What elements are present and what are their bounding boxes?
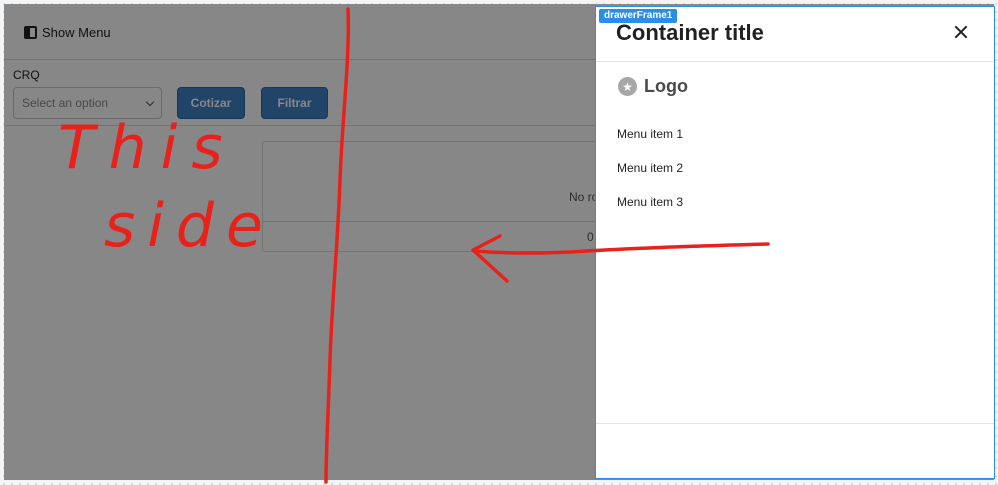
logo-text: Logo xyxy=(644,76,688,96)
menu-item-1[interactable]: Menu item 1 xyxy=(617,125,683,159)
drawer-title: Container title xyxy=(616,20,764,45)
star-icon: ★ xyxy=(618,77,637,96)
drawer-logo: ★ Logo xyxy=(618,76,688,97)
close-icon[interactable] xyxy=(952,23,970,41)
drawer-menu: Menu item 1 Menu item 2 Menu item 3 xyxy=(617,125,683,227)
menu-item-2[interactable]: Menu item 2 xyxy=(617,159,683,193)
drawer-panel: Container title ★ Logo Menu item 1 Menu … xyxy=(595,6,995,479)
menu-item-3[interactable]: Menu item 3 xyxy=(617,193,683,227)
drawer-footer-divider xyxy=(596,423,994,424)
drawer-frame-tag: drawerFrame1 xyxy=(599,9,678,23)
